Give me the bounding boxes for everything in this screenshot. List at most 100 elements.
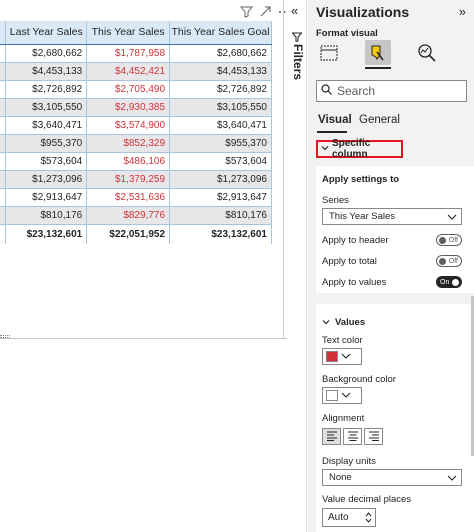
pane-title: Visualizations <box>316 4 410 20</box>
chevron-down-icon <box>447 473 457 486</box>
table-cell: $1,787,958 <box>86 44 171 63</box>
decimal-places-stepper[interactable]: Auto <box>322 508 376 527</box>
chevron-down-icon <box>341 348 351 366</box>
align-center-button[interactable] <box>343 428 362 445</box>
filters-pane-collapsed[interactable]: « Filters <box>287 0 307 532</box>
format-visual-tab-icon[interactable] <box>365 40 391 65</box>
text-color-picker[interactable] <box>322 348 362 365</box>
apply-to-values-toggle[interactable]: On <box>436 276 462 288</box>
table-row[interactable]: $3,640,471 $3,574,900 $3,640,471 <box>0 116 272 135</box>
table-cell: $955,370 <box>5 134 88 153</box>
table-row[interactable]: $2,913,647 $2,531,636 $2,913,647 <box>0 188 272 207</box>
table-row[interactable]: $1,273,096 $1,379,259 $1,273,096 <box>0 170 272 189</box>
table-total-cell: $22,051,952 <box>86 223 171 244</box>
table-cell: $2,705,490 <box>86 80 171 99</box>
decimal-places-value: Auto <box>328 512 349 523</box>
table-row[interactable]: $2,726,892 $2,705,490 $2,726,892 <box>0 80 272 99</box>
table-cell: $2,680,662 <box>5 44 88 63</box>
column-header-this-year-sales[interactable]: This Year Sales <box>86 21 171 45</box>
focus-mode-icon[interactable] <box>259 5 272 18</box>
toggle-state: Off <box>448 237 458 244</box>
decimal-places-label: Value decimal places <box>322 494 412 505</box>
filter-icon[interactable] <box>239 5 254 18</box>
pane-subtitle: Format visual <box>316 28 378 39</box>
selected-subtab-indicator <box>317 131 347 133</box>
table-cell: $3,105,550 <box>5 98 88 117</box>
table-row[interactable]: $4,453,133 $4,452,421 $4,453,133 <box>0 62 272 81</box>
sales-table[interactable]: Last Year Sales This Year Sales This Yea… <box>0 21 272 244</box>
table-cell: $810,176 <box>5 206 88 225</box>
search-icon <box>321 82 332 100</box>
background-color-picker[interactable] <box>322 387 362 404</box>
apply-settings-card <box>316 166 474 293</box>
apply-to-values-label: Apply to values <box>322 277 387 288</box>
table-cell: $2,913,647 <box>169 188 272 207</box>
analytics-tab-icon[interactable] <box>414 40 440 65</box>
stepper-arrows[interactable] <box>365 511 372 524</box>
search-box[interactable] <box>316 80 467 102</box>
align-left-icon <box>326 428 338 446</box>
apply-to-total-label: Apply to total <box>322 256 377 267</box>
canvas-lower-area <box>0 338 287 532</box>
align-right-button[interactable] <box>364 428 383 445</box>
table-cell: $4,453,133 <box>5 62 88 81</box>
toggle-state: On <box>440 279 450 286</box>
column-header-this-year-sales-goal[interactable]: This Year Sales Goal <box>169 21 272 45</box>
series-dropdown[interactable]: This Year Sales <box>322 208 462 225</box>
values-heading: Values <box>335 316 366 328</box>
chevron-down-icon <box>447 212 457 225</box>
table-total-row[interactable]: $23,132,601 $22,051,952 $23,132,601 <box>0 223 272 244</box>
table-cell: $852,329 <box>86 134 171 153</box>
table-cell: $2,726,892 <box>169 80 272 99</box>
toggle-state: Off <box>448 258 458 265</box>
display-units-label: Display units <box>322 456 376 467</box>
chevron-down-icon <box>322 313 330 331</box>
table-cell: $573,604 <box>169 152 272 171</box>
apply-to-header-label: Apply to header <box>322 235 389 246</box>
series-label: Series <box>322 195 349 206</box>
tab-general[interactable]: General <box>359 114 400 126</box>
series-dropdown-value: This Year Sales <box>329 211 396 222</box>
specific-column-section-header[interactable]: Specific column <box>316 138 403 160</box>
table-cell: $2,531,636 <box>86 188 171 207</box>
display-units-dropdown[interactable]: None <box>322 469 462 486</box>
chevron-up-icon <box>365 512 372 517</box>
alignment-buttons <box>322 428 383 445</box>
align-left-button[interactable] <box>322 428 341 445</box>
apply-to-total-toggle[interactable]: Off <box>436 255 462 267</box>
table-cell: $3,105,550 <box>169 98 272 117</box>
column-header-last-year-sales[interactable]: Last Year Sales <box>5 21 88 45</box>
table-cell: $2,913,647 <box>5 188 88 207</box>
apply-to-header-toggle[interactable]: Off <box>436 234 462 246</box>
tab-visual[interactable]: Visual <box>318 114 352 126</box>
table-row[interactable]: $2,680,662 $1,787,958 $2,680,662 <box>0 44 272 63</box>
resize-handle[interactable] <box>0 335 10 338</box>
display-units-value: None <box>329 472 352 483</box>
table-row[interactable]: $3,105,550 $2,930,385 $3,105,550 <box>0 98 272 117</box>
table-cell: $829,776 <box>86 206 171 225</box>
table-cell: $810,176 <box>169 206 272 225</box>
align-center-icon <box>347 428 359 446</box>
report-canvas: Last Year Sales This Year Sales This Yea… <box>0 0 290 532</box>
build-visual-tab-icon[interactable] <box>316 40 342 65</box>
collapse-pane-icon[interactable]: » <box>459 4 466 19</box>
table-row[interactable]: $573,604 $486,106 $573,604 <box>0 152 272 171</box>
selected-tab-indicator <box>365 67 391 69</box>
text-color-swatch <box>326 351 338 362</box>
table-row[interactable]: $955,370 $852,329 $955,370 <box>0 134 272 153</box>
background-color-swatch <box>326 390 338 401</box>
table-cell: $2,680,662 <box>169 44 272 63</box>
table-cell: $2,726,892 <box>5 80 88 99</box>
table-row[interactable]: $810,176 $829,776 $810,176 <box>0 206 272 225</box>
background-color-label: Background color <box>322 374 396 385</box>
align-right-icon <box>368 428 380 446</box>
expand-filters-icon[interactable]: « <box>291 3 298 18</box>
values-section-header[interactable]: Values <box>322 313 365 331</box>
table-cell: $4,453,133 <box>169 62 272 81</box>
table-cell: $3,574,900 <box>86 116 171 135</box>
table-cell: $1,273,096 <box>169 170 272 189</box>
chevron-down-icon <box>341 387 351 405</box>
text-color-label: Text color <box>322 335 363 346</box>
search-input[interactable] <box>337 84 457 98</box>
table-cell: $486,106 <box>86 152 171 171</box>
